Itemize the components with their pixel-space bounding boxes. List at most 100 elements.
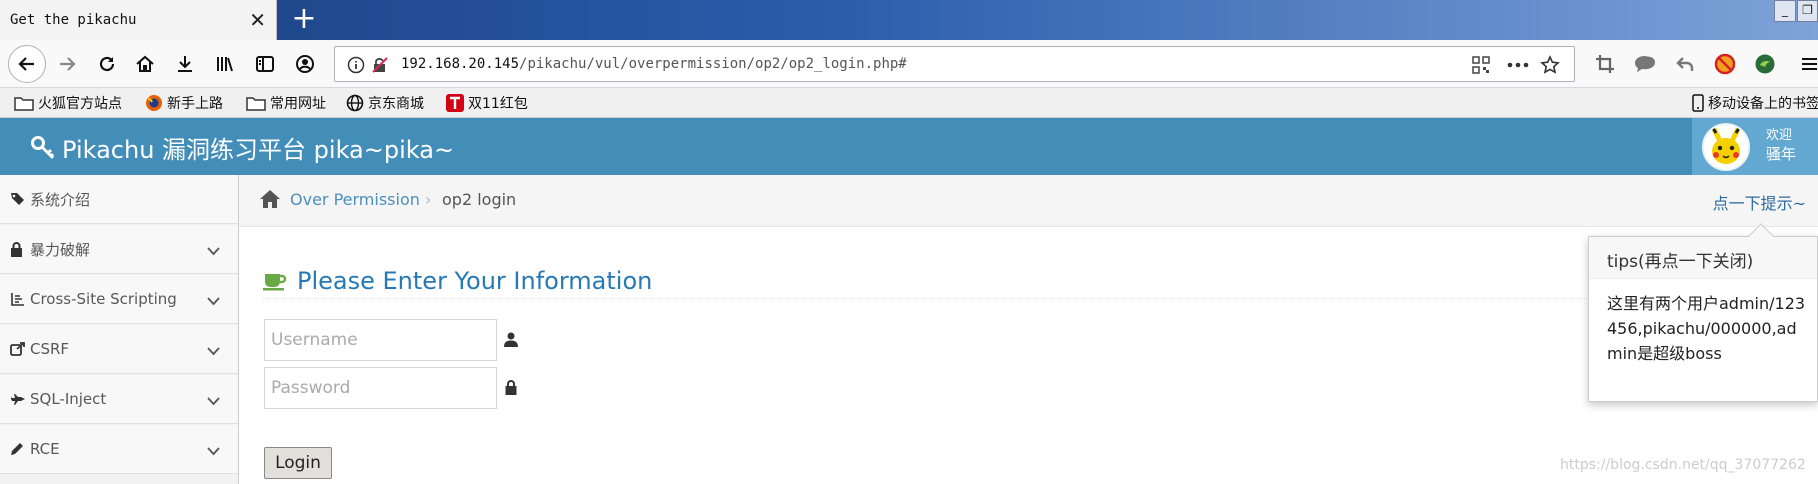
reload-button[interactable] — [90, 47, 124, 81]
reload-icon — [99, 56, 115, 72]
download-icon — [178, 56, 192, 72]
key-icon — [31, 135, 55, 159]
blocker-icon[interactable] — [1712, 51, 1738, 77]
tab-close-icon[interactable]: ✕ — [249, 8, 266, 32]
bookmarks-toolbar: 火狐官方站点 新手上路 常用网址 京东商城 双11红包 移动设备上的书签 — [0, 88, 1818, 118]
url-text[interactable]: 192.168.20.145/pikachu/vul/overpermissio… — [401, 56, 907, 72]
user-menu[interactable]: 欢迎 骚年 — [1692, 118, 1818, 175]
home-button[interactable] — [128, 47, 162, 81]
crop-screenshot-icon[interactable] — [1592, 51, 1618, 77]
popover-title: tips(再点一下关闭) — [1589, 237, 1817, 279]
avatar — [1702, 123, 1750, 171]
popover-body: 这里有两个用户admin/123456,pikachu/000000,admin… — [1607, 294, 1806, 363]
bookmark-item[interactable]: 双11红包 — [446, 93, 528, 113]
sidebar-icon — [256, 56, 274, 72]
chevron-down-icon[interactable] — [207, 392, 220, 410]
tips-popover[interactable]: tips(再点一下关闭) 这里有两个用户admin/123456,pikachu… — [1588, 223, 1818, 402]
username-field[interactable] — [264, 319, 497, 361]
lock-icon — [10, 241, 30, 257]
bookmark-item[interactable]: 火狐官方站点 — [14, 93, 122, 113]
sidebar-item-brute-force[interactable]: 暴力破解 — [0, 225, 238, 274]
coffee-cup-icon — [263, 273, 287, 290]
pencil-icon — [10, 442, 30, 456]
folder-icon — [246, 97, 266, 111]
browser-tab[interactable]: Get the pikachu ✕ — [0, 0, 277, 40]
forward-arrow-icon — [60, 57, 76, 71]
bookmark-item[interactable]: 京东商城 — [346, 93, 424, 113]
account-icon — [296, 55, 314, 73]
sidebar-item-xss[interactable]: Cross-Site Scripting — [0, 275, 238, 324]
sidebar-item-label: 系统介绍 — [30, 190, 91, 209]
user-icon — [502, 330, 520, 348]
sidebar-item-sql-inject[interactable]: SQL-Inject — [0, 375, 238, 424]
app-brand[interactable]: Pikachu 漏洞练习平台 pika~pika~ — [30, 130, 454, 165]
password-field[interactable] — [264, 367, 497, 409]
chevron-down-icon[interactable] — [207, 242, 220, 260]
pikachu-avatar-icon — [1704, 125, 1748, 169]
library-icon — [217, 57, 233, 72]
page-actions-icon[interactable] — [1507, 54, 1529, 76]
page-title: Please Enter Your Information — [263, 263, 1593, 299]
chevron-down-icon[interactable] — [207, 342, 220, 360]
downloads-button[interactable] — [168, 47, 202, 81]
back-button[interactable] — [8, 45, 46, 83]
minimize-button[interactable]: _ — [1774, 0, 1796, 22]
login-button[interactable]: Login — [264, 447, 332, 479]
globe-icon — [346, 94, 364, 112]
browser-tab-bar: Get the pikachu ✕ + _ ❐ — [0, 0, 1818, 40]
sidebar-item-label: CSRF — [30, 340, 70, 358]
chat-bubble-icon[interactable] — [1632, 51, 1658, 77]
navigation-toolbar: 192.168.20.145/pikachu/vul/overpermissio… — [0, 40, 1818, 88]
forward-button[interactable] — [50, 47, 84, 81]
sidebar-item-csrf[interactable]: CSRF — [0, 325, 238, 374]
url-bar[interactable]: 192.168.20.145/pikachu/vul/overpermissio… — [334, 46, 1575, 82]
app-header: Pikachu 漏洞练习平台 pika~pika~ 欢迎 骚年 — [0, 118, 1818, 175]
breadcrumb-link-over-permission[interactable]: Over Permission — [290, 190, 420, 209]
firefox-icon — [146, 95, 162, 111]
bookmark-item[interactable]: 新手上路 — [145, 93, 223, 113]
welcome-text: 欢迎 骚年 — [1766, 128, 1797, 163]
tags-icon — [10, 192, 30, 206]
watermark: https://blog.csdn.net/qq_37077262 — [1560, 457, 1806, 473]
fighter-jet-icon — [10, 393, 30, 405]
main-content: Please Enter Your Information Login — [239, 227, 1818, 484]
tmall-icon — [446, 94, 464, 112]
new-tab-button[interactable]: + — [289, 2, 319, 36]
username-input[interactable] — [265, 320, 496, 360]
folder-icon — [14, 97, 34, 111]
restore-button[interactable]: ❐ — [1797, 0, 1818, 22]
home-icon[interactable] — [259, 189, 281, 213]
insecure-lock-icon[interactable] — [369, 54, 391, 76]
extension-icon[interactable] — [1752, 51, 1778, 77]
bookmark-star-icon[interactable] — [1539, 54, 1561, 76]
sidebar-item-intro[interactable]: 系统介绍 — [0, 175, 238, 224]
sidebar-item-rce[interactable]: RCE — [0, 425, 238, 474]
menu-icon[interactable] — [1800, 51, 1818, 77]
bookmark-item[interactable]: 常用网址 — [246, 93, 326, 113]
list-icon — [10, 292, 30, 306]
hint-link[interactable]: 点一下提示~ — [1713, 190, 1806, 214]
info-icon[interactable] — [345, 54, 367, 76]
sidebar-item-label: SQL-Inject — [30, 390, 107, 408]
app-title: Pikachu 漏洞练习平台 pika~pika~ — [62, 136, 455, 164]
library-button[interactable] — [208, 47, 242, 81]
tab-title: Get the pikachu — [10, 12, 137, 28]
back-arrow-icon — [18, 57, 34, 71]
sidebar-item-label: RCE — [30, 440, 60, 458]
sidebar-item-label: 暴力破解 — [30, 240, 91, 259]
qr-code-icon[interactable] — [1470, 54, 1492, 76]
lock-icon — [502, 378, 520, 396]
password-input[interactable] — [265, 368, 496, 408]
sidebar-item-label: Cross-Site Scripting — [30, 290, 177, 308]
sidebar-toggle-button[interactable] — [248, 47, 282, 81]
chevron-down-icon[interactable] — [207, 442, 220, 460]
home-icon — [136, 55, 154, 72]
account-button[interactable] — [288, 47, 322, 81]
sidebar: 系统介绍 暴力破解 Cross-Site Scripting CSRF SQL-… — [0, 175, 239, 484]
mobile-bookmarks[interactable]: 移动设备上的书签 — [1692, 93, 1818, 113]
undo-icon[interactable] — [1672, 51, 1698, 77]
mobile-device-icon — [1692, 94, 1704, 112]
share-icon — [10, 342, 30, 356]
breadcrumb-separator: › — [425, 190, 432, 209]
chevron-down-icon[interactable] — [207, 292, 220, 310]
